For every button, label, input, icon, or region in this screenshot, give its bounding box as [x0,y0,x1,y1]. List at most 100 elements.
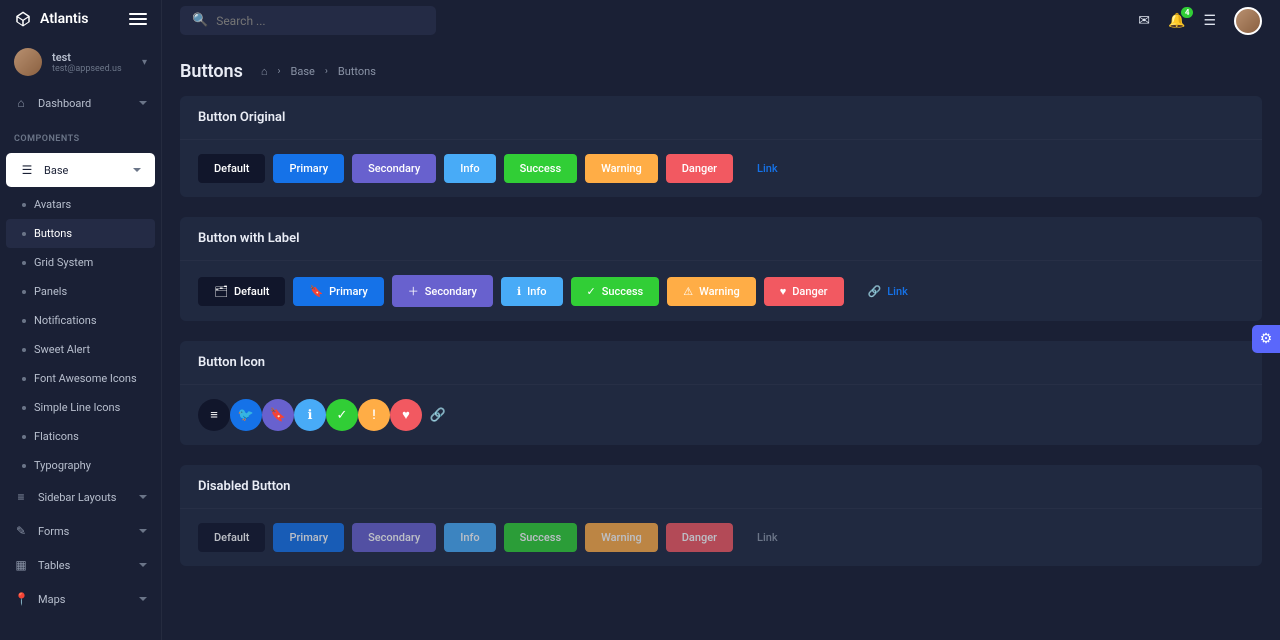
breadcrumb-base[interactable]: Base [291,65,315,78]
btn-warning-disabled: Warning [585,523,658,552]
btn-success[interactable]: Success [504,154,577,183]
btn-info-label[interactable]: ℹInfo [501,277,563,306]
page-title: Buttons [180,61,243,82]
btn-success-label[interactable]: ✓Success [571,277,660,306]
chevron-right-icon: › [325,66,328,77]
subnav-avatars[interactable]: Avatars [0,190,161,219]
settings-fab[interactable]: ⚙ [1252,325,1280,353]
subnav-grid[interactable]: Grid System [0,248,161,277]
btn-secondary-label[interactable]: ＋Secondary [392,275,493,307]
btn-default[interactable]: Default [198,154,265,183]
twitter-icon: 🐦 [238,408,254,423]
search-box[interactable]: 🔍 [180,6,436,35]
pin-icon: 📍 [14,592,28,606]
nav-maps[interactable]: 📍 Maps [0,582,161,616]
align-icon: ≡ [210,407,218,423]
table-icon: ▦ [14,558,28,572]
notification-badge: 4 [1181,7,1194,18]
iconbtn-primary[interactable]: 🐦 [230,399,262,431]
iconbtn-danger[interactable]: ♥ [390,399,422,431]
iconbtn-default[interactable]: ≡ [198,399,230,431]
exclaim-icon: ! [372,408,375,423]
breadcrumb: ⌂ › Base › Buttons [261,65,376,78]
chevron-right-icon: › [278,66,281,77]
card-title: Button Icon [180,341,1262,385]
btn-warning-label[interactable]: ⚠Warning [667,277,756,306]
btn-danger-label[interactable]: ♥Danger [764,277,844,306]
layers-top-icon[interactable]: ☰ [1203,13,1216,29]
check-icon: ✓ [587,285,596,298]
archive-icon: 🗂 [214,285,228,298]
btn-secondary-disabled: Secondary [352,523,436,552]
list-icon: ≡ [14,490,28,504]
btn-danger-disabled: Danger [666,523,733,552]
brand-name: Atlantis [40,11,88,27]
subnav-buttons[interactable]: Buttons [6,219,155,248]
nav-dashboard[interactable]: ⌂ Dashboard [0,86,161,120]
btn-danger[interactable]: Danger [666,154,733,183]
btn-info-disabled: Info [444,523,495,552]
btn-primary-label[interactable]: 🔖Primary [293,277,383,306]
btn-info[interactable]: Info [444,154,495,183]
subnav-notifications[interactable]: Notifications [0,306,161,335]
subnav-fa[interactable]: Font Awesome Icons [0,364,161,393]
subnav-sweetalert[interactable]: Sweet Alert [0,335,161,364]
link-icon: 🔗 [868,285,882,298]
subnav-typography[interactable]: Typography [0,451,161,480]
subnav-flaticons[interactable]: Flaticons [0,422,161,451]
card-button-icon: Button Icon ≡ 🐦 🔖 ℹ ✓ ! ♥ 🔗 [180,341,1262,445]
nav-section-components: COMPONENTS [0,120,161,150]
breadcrumb-current: Buttons [338,65,376,78]
nav-layouts[interactable]: ≡ Sidebar Layouts [0,480,161,514]
btn-warning[interactable]: Warning [585,154,658,183]
card-title: Button Original [180,96,1262,140]
plus-icon: ＋ [408,283,419,299]
btn-success-disabled: Success [504,523,577,552]
btn-primary[interactable]: Primary [273,154,344,183]
btn-secondary[interactable]: Secondary [352,154,436,183]
search-icon: 🔍 [192,13,208,28]
bell-icon[interactable]: 🔔4 [1168,13,1185,29]
iconbtn-secondary[interactable]: 🔖 [262,399,294,431]
sidebar-user[interactable]: test test@appseed.us ▾ [0,38,161,86]
form-icon: ✎ [14,524,28,538]
subnav-panels[interactable]: Panels [0,277,161,306]
iconbtn-info[interactable]: ℹ [294,399,326,431]
topbar-avatar[interactable] [1234,7,1262,35]
subnav-simple[interactable]: Simple Line Icons [0,393,161,422]
btn-link[interactable]: Link [741,154,794,183]
chevron-down-icon: ▾ [142,57,147,68]
btn-primary-disabled: Primary [273,523,344,552]
gear-icon: ⚙ [1260,331,1273,347]
atlantis-logo-icon [14,10,32,28]
nav-base[interactable]: ☰ Base [6,153,155,187]
btn-default-label[interactable]: 🗂Default [198,277,285,306]
iconbtn-success[interactable]: ✓ [326,399,358,431]
topbar: 🔍 ✉ 🔔4 ☰ [162,0,1280,41]
heart-icon: ♥ [780,285,787,298]
search-input[interactable] [216,14,424,28]
btn-link-disabled: Link [741,523,794,552]
sidebar-toggle[interactable] [129,10,147,28]
user-avatar [14,48,42,76]
nav-tables[interactable]: ▦ Tables [0,548,161,582]
info-icon: ℹ [308,408,313,423]
brand-logo[interactable]: Atlantis [14,10,88,28]
link-icon: 🔗 [430,408,446,423]
bookmark-icon: 🔖 [270,408,286,423]
bookmark-icon: 🔖 [309,285,323,298]
card-button-label: Button with Label 🗂Default 🔖Primary ＋Sec… [180,217,1262,321]
mail-icon[interactable]: ✉ [1138,13,1150,29]
info-icon: ℹ [517,285,521,298]
sidebar: Atlantis test test@appseed.us ▾ ⌂ Dashbo… [0,0,162,640]
home-icon: ⌂ [14,96,28,110]
btn-link-label[interactable]: 🔗Link [852,277,924,306]
btn-default-disabled: Default [198,523,265,552]
iconbtn-warning[interactable]: ! [358,399,390,431]
card-title: Button with Label [180,217,1262,261]
card-button-disabled: Disabled Button Default Primary Secondar… [180,465,1262,566]
iconbtn-link[interactable]: 🔗 [422,399,454,431]
nav-forms[interactable]: ✎ Forms [0,514,161,548]
home-icon[interactable]: ⌂ [261,65,268,78]
user-email: test@appseed.us [52,64,122,74]
